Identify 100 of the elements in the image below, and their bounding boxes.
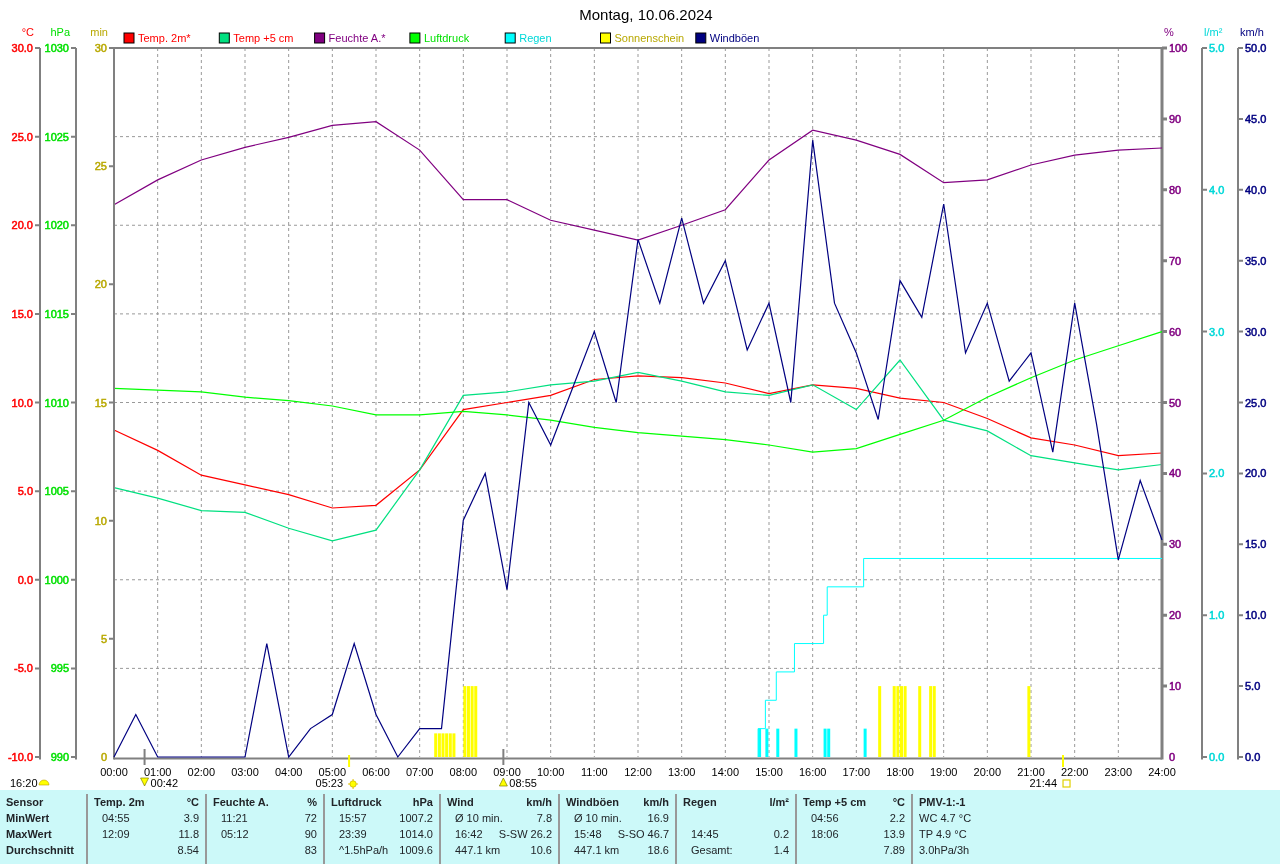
stat-text: WC 4.7 °C	[919, 811, 972, 826]
stat-label: Ø 10 min.	[454, 811, 503, 826]
column-header: Feuchte A.	[213, 795, 269, 810]
axis-tick-label: 1025	[44, 130, 69, 143]
stat-value: 0.2	[773, 827, 789, 842]
axis-tick-label: -10.0	[7, 751, 33, 763]
event-time: 16:20	[10, 777, 38, 789]
event-time: 21:44	[1029, 777, 1057, 789]
data-bar	[863, 728, 867, 757]
stat-value: 18.6	[647, 843, 669, 858]
up-arrow-icon	[499, 777, 508, 787]
axis-tick-label: 15	[94, 396, 107, 409]
axis-tick-label: 995	[50, 662, 69, 675]
axis-tick-label: 10	[1169, 680, 1182, 693]
stat-label: 447.1 km	[454, 843, 501, 858]
axis-unit-label: °C	[21, 26, 34, 38]
stat-label: 447.1 km	[573, 843, 620, 858]
axis-tick-label: 990	[50, 751, 69, 763]
stat-value: 72	[304, 811, 317, 826]
stat-label: 04:56	[810, 811, 839, 826]
unit-label: km/h	[643, 795, 669, 810]
axis-tick-label: 25.0	[1245, 396, 1267, 409]
axis-tick-label: 5	[100, 632, 107, 645]
column-header: PMV-1:-1	[919, 795, 966, 810]
axis-tick-label: 13:00	[667, 766, 696, 778]
axis-tick-label: 15.0	[1245, 538, 1267, 551]
stat-value: 7.8	[536, 811, 552, 826]
axis-tick-label: 30.0	[1245, 325, 1267, 338]
stat-value: 1.4	[773, 843, 789, 858]
stat-label: 15:48	[573, 827, 602, 842]
stat-label: 15:57	[338, 811, 367, 826]
axis-tick-label: 20:00	[973, 766, 1002, 778]
axis-tick-label: 23:00	[1104, 766, 1133, 778]
stat-value: 1007.2	[399, 811, 433, 826]
axis-tick-label: 4.0	[1209, 183, 1225, 196]
axis-tick-label: 09:00	[493, 766, 521, 778]
axis-tick-label: 20	[1169, 609, 1182, 622]
axis-tick-label: 05:00	[318, 766, 347, 778]
stat-value: 83	[304, 843, 317, 858]
stat-label: 11:21	[220, 811, 248, 826]
column-header: Windböen	[566, 795, 620, 810]
axis-tick-label: 25	[94, 160, 107, 173]
axis-tick-label: 50	[1169, 396, 1182, 409]
unit-label: km/h	[526, 795, 552, 810]
unit-label: hPa	[412, 795, 433, 810]
stat-label: Gesamt:	[690, 843, 733, 858]
axis-tick-label: 90	[1169, 112, 1182, 125]
axis-tick-label: 12:00	[624, 766, 652, 778]
axis-tick-label: 01:00	[143, 766, 172, 778]
column-header: Luftdruck	[331, 795, 382, 810]
axis-tick-label: 10:00	[536, 766, 565, 778]
axis-tick-label: 1000	[44, 573, 69, 586]
data-bar	[1027, 686, 1031, 757]
axis-tick-label: 0.0	[1245, 751, 1261, 763]
axis-tick-label: 15:00	[755, 766, 783, 778]
axis-tick-label: 1015	[44, 307, 69, 320]
legend-label: Regen	[519, 32, 552, 44]
stat-value: 90	[304, 827, 317, 842]
axis-tick-label: -5.0	[14, 662, 33, 675]
axis-tick-label: 3.0	[1209, 325, 1225, 338]
stat-text: 3.0hPa/3h	[919, 843, 970, 858]
axis-tick-label: 30	[1169, 538, 1182, 551]
axis-tick-label: 1010	[44, 396, 69, 409]
axis-tick-label: 24:00	[1148, 766, 1176, 778]
axis-tick-label: 08:00	[449, 766, 478, 778]
row-label: MinWert	[6, 811, 51, 826]
axis-tick-label: 04:00	[274, 766, 303, 778]
axis-tick-label: 40.0	[1245, 183, 1267, 196]
stat-label: 05:12	[220, 827, 249, 842]
axis-tick-label: 10.0	[11, 396, 33, 409]
axis-unit-label: hPa	[50, 26, 70, 38]
stat-label: 14:45	[690, 827, 719, 842]
unit-label: °C	[186, 795, 199, 810]
axis-tick-label: 17:00	[842, 766, 871, 778]
column-header: Wind	[447, 795, 474, 810]
stat-value: 8.54	[177, 843, 199, 858]
axis-tick-label: 14:00	[711, 766, 740, 778]
axis-tick-label: 19:00	[929, 766, 958, 778]
axis-tick-label: 11:00	[580, 766, 608, 778]
axis-tick-label: 02:00	[187, 766, 216, 778]
stat-text: TP 4.9 °C	[919, 827, 967, 842]
stat-value: 16.9	[647, 811, 669, 826]
data-bar	[918, 686, 922, 757]
stat-label: 23:39	[338, 827, 367, 842]
axis-tick-label: 1020	[44, 219, 69, 232]
axis-tick-label: 1030	[44, 42, 69, 54]
event-time: 05:23	[315, 777, 344, 789]
axis-tick-label: 70	[1169, 254, 1182, 267]
stat-value: 11.8	[178, 827, 199, 842]
axis-tick-label: 16:00	[798, 766, 827, 778]
stat-value: 1009.6	[399, 843, 433, 858]
axis-tick-label: 50.0	[1245, 42, 1267, 54]
event-time: 08:55	[509, 777, 537, 789]
legend-label: Sonnenschein	[614, 32, 685, 44]
axis-tick-label: 0	[1169, 751, 1176, 763]
axis-tick-label: 5.0	[17, 485, 33, 498]
axis-tick-label: 30	[94, 42, 107, 54]
stat-label: Ø 10 min.	[573, 811, 622, 826]
axis-tick-label: 22:00	[1060, 766, 1089, 778]
stat-value: S-SW 26.2	[498, 827, 552, 842]
